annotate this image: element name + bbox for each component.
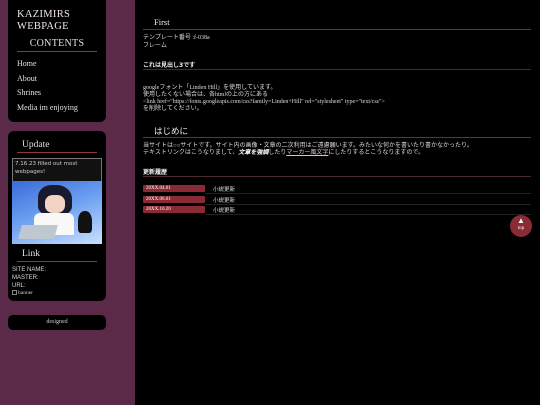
history-date: 20XX.06.01 (143, 196, 205, 203)
history-date: 20XX.10.20 (143, 206, 205, 213)
anime-illustration (12, 181, 102, 244)
divider (17, 261, 97, 262)
divider (17, 152, 97, 153)
nav-item-home[interactable]: Home (17, 58, 78, 73)
site-title-line1: KAZIMIRS (17, 9, 71, 20)
update-box: Update 7.16.23 filled out most webpages!… (8, 131, 106, 301)
divider (143, 29, 531, 30)
illustration-cat (78, 211, 92, 233)
nav-item-shrines[interactable]: Shrines (17, 87, 78, 102)
update-heading: Update (22, 140, 50, 150)
history-text: 小説更新 (213, 208, 236, 214)
credit-box: designed (8, 315, 106, 330)
master-label: MASTER: (12, 275, 39, 281)
history-row-divider (205, 214, 531, 215)
site-name-label: SITE NAME: (12, 267, 47, 273)
divider (143, 137, 531, 138)
intro-bold-text: 文章を強調 (238, 150, 269, 156)
intro-text-pre[interactable]: テキストリンクはこうなりまして、 (143, 150, 238, 156)
update-textarea[interactable]: 7.16.23 filled out most webpages! (12, 158, 102, 182)
history-heading: 更新履歴 (143, 169, 168, 176)
banner-image[interactable]: banner (12, 290, 33, 296)
divider (143, 69, 531, 70)
history-text: 小説更新 (213, 198, 236, 204)
illustration-laptop (18, 225, 58, 239)
broken-image-icon (12, 290, 17, 296)
intro-text-post: にしたりするとこうなりますので。 (328, 150, 425, 156)
intro-text-mid: したり (268, 150, 287, 156)
site-title-line2: WEBPAGE (17, 21, 69, 32)
nav-list: Home About Shrines Media im enjoying (17, 58, 78, 116)
font-note-3: を削除してください。 (143, 106, 203, 112)
divider (143, 176, 531, 177)
history-date: 20XX.04.01 (143, 185, 205, 192)
illustration-face (45, 195, 65, 213)
back-to-top-button[interactable]: ▲ top (510, 215, 532, 237)
link-heading: Link (22, 249, 40, 259)
nav-item-about[interactable]: About (17, 73, 78, 88)
first-heading: First (154, 17, 170, 27)
midashi-heading: これは見出し3です (143, 62, 196, 69)
top-label: top (517, 226, 525, 231)
up-arrow-icon: ▲ (517, 216, 525, 225)
template-number: テンプレート番号 :f-038a (143, 35, 210, 41)
divider (17, 51, 97, 52)
history-text: 小説更新 (213, 187, 236, 193)
nav-item-media[interactable]: Media im enjoying (17, 102, 78, 117)
site-title[interactable]: KAZIMIRS WEBPAGE (17, 9, 70, 33)
intro-marker-text: マーカー風文字 (286, 150, 329, 156)
contents-box: KAZIMIRS WEBPAGE CONTENTS Home About Shr… (8, 0, 106, 122)
contents-heading: CONTENTS (29, 38, 85, 49)
history-row-divider (205, 193, 531, 194)
credit-link[interactable]: designed (46, 319, 67, 325)
banner-alt-text: banner (18, 290, 33, 296)
intro-heading: はじめに (154, 126, 189, 136)
history-row-divider (205, 204, 531, 205)
template-type: フレーム (143, 43, 167, 49)
main-content: First テンプレート番号 :f-038a フレーム これは見出し3です go… (135, 0, 540, 405)
intro-text-2: テキストリンクはこうなりまして、文章を強調したりマーカー風文字にしたりするとこう… (143, 150, 424, 158)
sidebar: KAZIMIRS WEBPAGE CONTENTS Home About Shr… (0, 0, 135, 405)
url-label: URL: (12, 283, 26, 289)
